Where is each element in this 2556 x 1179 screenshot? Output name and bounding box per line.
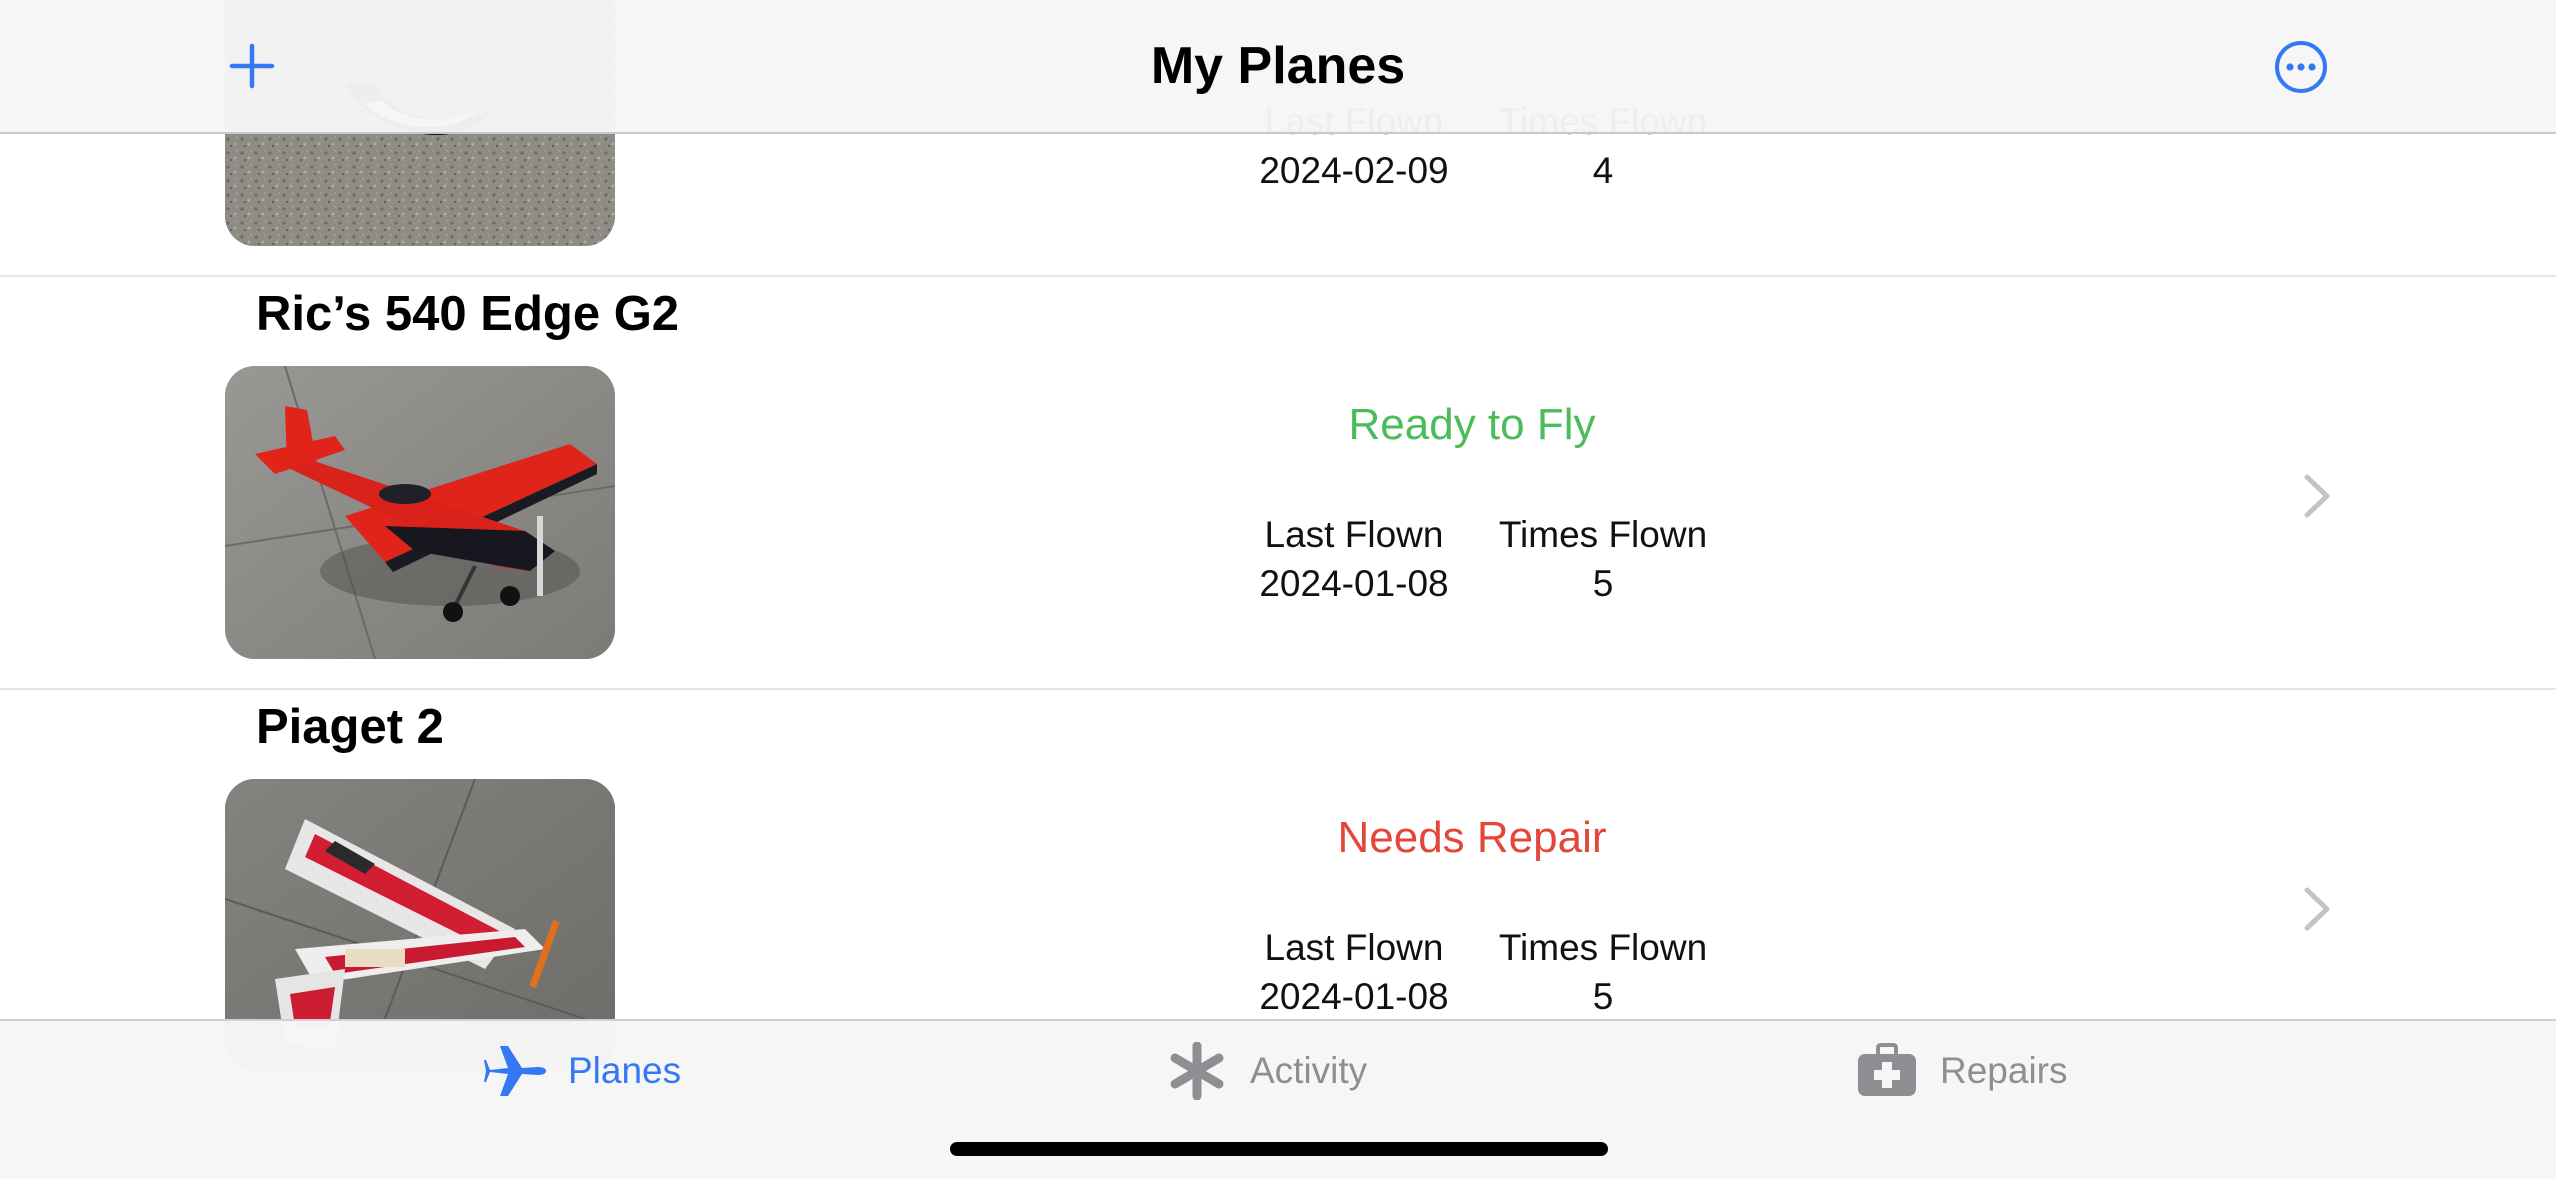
ellipsis-circle-icon[interactable] — [2274, 40, 2328, 94]
times-flown-value: 5 — [1592, 563, 1614, 604]
times-flown-stat: Times Flown 5 — [1478, 923, 1728, 1021]
tab-repairs[interactable]: Repairs — [1856, 1039, 2068, 1103]
plane-stats: Last Flown 2024-01-08 Times Flown 5 — [1222, 923, 1722, 1033]
chevron-right-icon[interactable] — [2302, 473, 2332, 519]
plane-photo — [225, 366, 615, 659]
times-flown-value: 4 — [1592, 150, 1614, 191]
asterisk-icon — [1170, 1042, 1224, 1100]
times-flown-label: Times Flown — [1498, 514, 1708, 555]
last-flown-value: 2024-02-09 — [1259, 150, 1449, 191]
row-separator — [0, 688, 2556, 690]
plane-name: Ric’s 540 Edge G2 — [256, 287, 680, 341]
last-flown-label: Last Flown — [1264, 514, 1444, 555]
plane-status: Needs Repair — [1337, 813, 1607, 862]
times-flown-value: 5 — [1592, 976, 1614, 1017]
last-flown-value: 2024-01-08 — [1259, 563, 1449, 604]
row-separator — [0, 275, 2556, 277]
last-flown-value: 2024-01-08 — [1259, 976, 1449, 1017]
navigation-bar: My Planes — [0, 0, 2556, 134]
plane-stats: Last Flown 2024-01-08 Times Flown 5 — [1222, 510, 1722, 620]
tab-planes[interactable]: Planes — [484, 1039, 681, 1103]
tab-bar: Planes Activity Repairs — [0, 1019, 2556, 1179]
chevron-right-icon[interactable] — [2302, 886, 2332, 932]
times-flown-label: Times Flown — [1498, 927, 1708, 968]
medical-kit-icon — [1858, 1043, 1916, 1096]
tab-label: Activity — [1250, 1050, 1368, 1091]
last-flown-label: Last Flown — [1264, 927, 1444, 968]
tab-label: Planes — [568, 1050, 682, 1091]
plane-status: Ready to Fly — [1348, 400, 1596, 449]
times-flown-stat: Times Flown 5 — [1478, 510, 1728, 608]
app-screen: Last Flown 2024-02-09 Times Flown 4 Ric’… — [0, 0, 2556, 1179]
last-flown-stat: Last Flown 2024-01-08 — [1222, 510, 1486, 608]
tab-label: Repairs — [1940, 1050, 2068, 1091]
planes-list[interactable]: Last Flown 2024-02-09 Times Flown 4 Ric’… — [0, 0, 2556, 1179]
home-indicator[interactable] — [950, 1142, 1608, 1156]
last-flown-stat: Last Flown 2024-01-08 — [1222, 923, 1486, 1021]
tab-activity[interactable]: Activity — [1166, 1039, 1367, 1103]
airplane-icon — [484, 1046, 546, 1096]
plane-name: Piaget 2 — [256, 700, 444, 754]
page-title: My Planes — [1150, 37, 1406, 95]
plane-row[interactable]: Ric’s 540 Edge G2 Ready to Fly Last Flow… — [0, 278, 2556, 690]
